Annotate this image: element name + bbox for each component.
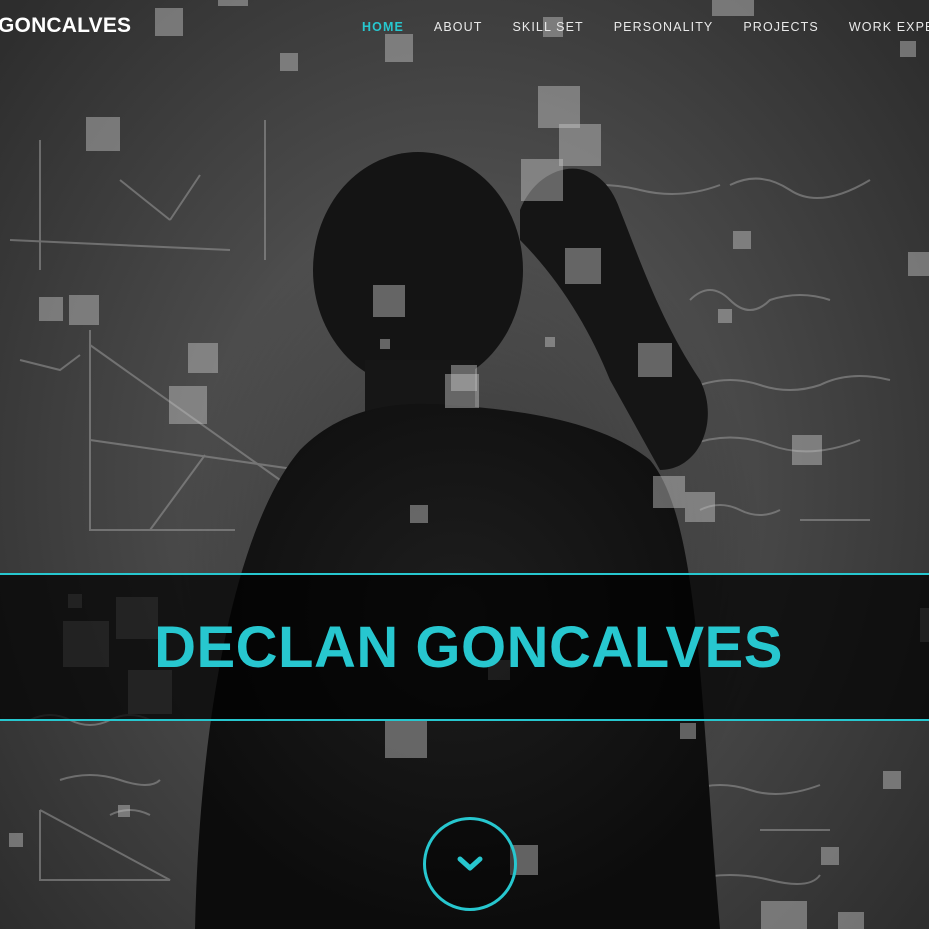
nav-item-work-experience[interactable]: WORK EXPERIEN bbox=[849, 20, 929, 34]
brand-logo[interactable]: GONCALVES bbox=[0, 14, 131, 38]
scroll-down-button[interactable] bbox=[423, 817, 517, 911]
person-silhouette bbox=[195, 152, 720, 929]
nav-item-about[interactable]: ABOUT bbox=[434, 20, 483, 34]
nav-menu: HOME ABOUT SKILL SET PERSONALITY PROJECT… bbox=[362, 20, 929, 34]
top-navbar: GONCALVES HOME ABOUT SKILL SET PERSONALI… bbox=[0, 0, 929, 56]
nav-item-projects[interactable]: PROJECTS bbox=[743, 20, 818, 34]
nav-item-personality[interactable]: PERSONALITY bbox=[614, 20, 714, 34]
nav-item-skill-set[interactable]: SKILL SET bbox=[512, 20, 583, 34]
hero-title: DECLAN GONCALVES bbox=[154, 614, 783, 680]
hero-section: GONCALVES HOME ABOUT SKILL SET PERSONALI… bbox=[0, 0, 929, 929]
nav-item-home[interactable]: HOME bbox=[362, 20, 404, 34]
hero-title-band: DECLAN GONCALVES bbox=[0, 573, 929, 721]
chevron-down-icon bbox=[457, 856, 483, 871]
